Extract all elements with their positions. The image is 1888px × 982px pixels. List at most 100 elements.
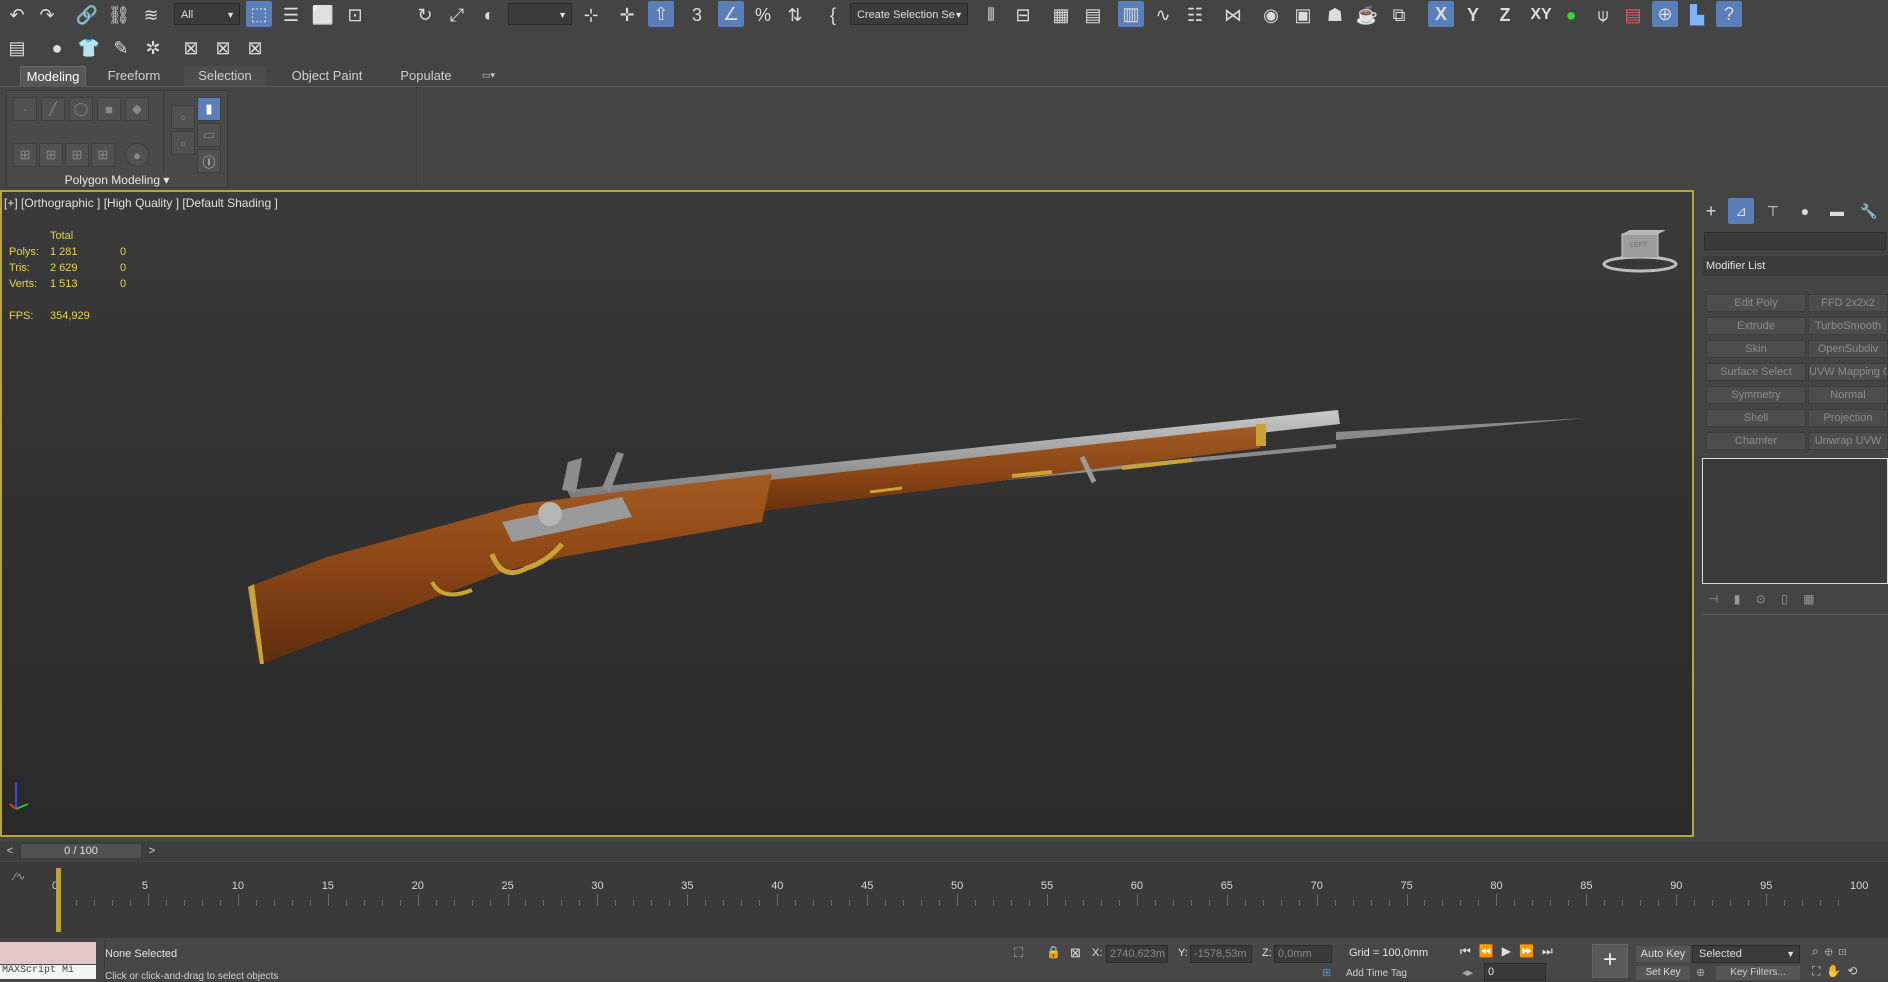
modifier-skin-button[interactable]: Skin bbox=[1706, 340, 1806, 358]
add-time-tag-icon[interactable]: ⊞ bbox=[1322, 966, 1331, 979]
auto-key-button[interactable]: Auto Key bbox=[1636, 946, 1690, 962]
display-tab-icon[interactable]: ▬ bbox=[1824, 198, 1850, 224]
reference-coordinate-dropdown[interactable]: ▼ bbox=[508, 3, 572, 25]
civil-view-icon[interactable]: ▙ bbox=[1684, 2, 1710, 28]
create-tab-icon[interactable]: + bbox=[1698, 198, 1724, 224]
z-coord-field[interactable]: 0,0mm bbox=[1274, 945, 1332, 963]
pin-stack-icon[interactable]: ▭ bbox=[197, 123, 221, 147]
modifier-stack[interactable] bbox=[1702, 458, 1888, 584]
edit-named-selection-icon[interactable]: { bbox=[820, 2, 846, 28]
status-green-icon[interactable]: ● bbox=[1558, 2, 1584, 28]
time-cursor[interactable] bbox=[56, 868, 61, 932]
brush-icon[interactable]: ✎ bbox=[108, 35, 134, 61]
axis-x-button[interactable]: X bbox=[1428, 1, 1454, 27]
track-bar[interactable]: ⁄∿ 0510152025303540455055606570758085909… bbox=[0, 862, 1888, 938]
key-filter-icon[interactable]: ⊕ bbox=[1696, 966, 1705, 979]
tab-object-paint[interactable]: Object Paint bbox=[280, 66, 374, 86]
selection-lock-icon[interactable]: 🔒 bbox=[1046, 945, 1061, 959]
preview-off-icon[interactable]: ▫ bbox=[171, 105, 195, 129]
maxscript-listener-area[interactable] bbox=[0, 942, 96, 964]
key-mode-toggle-icon[interactable]: ◂▸ bbox=[1462, 966, 1473, 979]
set-key-button[interactable]: Set Key bbox=[1636, 966, 1690, 980]
musket-model[interactable] bbox=[2, 192, 1692, 835]
link-icon[interactable]: 🔗 bbox=[74, 2, 100, 28]
show-end-result-icon[interactable]: ⊞ bbox=[65, 143, 89, 167]
modifier-edit-poly-button[interactable]: Edit Poly bbox=[1706, 294, 1806, 312]
axis-y-button[interactable]: Y bbox=[1460, 2, 1486, 28]
object-name-field[interactable] bbox=[1704, 232, 1886, 250]
render-setup-icon[interactable]: ▣ bbox=[1290, 2, 1316, 28]
time-slider-thumb[interactable]: 0 / 100 bbox=[20, 843, 142, 859]
key-mode-dropdown[interactable]: Selected ▼ bbox=[1692, 945, 1800, 963]
modify-tab-icon[interactable]: ⊿ bbox=[1728, 198, 1754, 224]
scene-explorer-icon[interactable]: ▦ bbox=[1048, 2, 1074, 28]
tab-populate[interactable]: Populate bbox=[388, 66, 464, 86]
bind-space-warp-icon[interactable]: ≋ bbox=[138, 2, 164, 28]
hierarchy-tab-icon[interactable]: ⊤ bbox=[1760, 198, 1786, 224]
sparkle-icon[interactable]: ✲ bbox=[140, 35, 166, 61]
collapse-stack-icon[interactable]: ⊞ bbox=[39, 143, 63, 167]
modify-mode-icon[interactable]: ⊞ bbox=[13, 143, 37, 167]
orbit-icon[interactable]: ⟲ bbox=[1847, 964, 1863, 978]
make-unique-icon[interactable]: ⊙ bbox=[1756, 592, 1772, 606]
absolute-mode-icon[interactable]: ⊠ bbox=[1070, 945, 1081, 961]
redo-icon[interactable]: ↷ bbox=[34, 2, 60, 28]
y-coord-field[interactable]: -1578,53m bbox=[1190, 945, 1252, 963]
selection-filter-dropdown[interactable]: All ▼ bbox=[174, 3, 240, 25]
field-of-view-icon[interactable]: ⛶ bbox=[1812, 964, 1826, 978]
element-subobject-icon[interactable]: ◆ bbox=[125, 97, 149, 121]
show-cage-icon[interactable]: Ⓘ bbox=[197, 149, 221, 173]
polygon-modeling-dropdown[interactable]: Polygon Modeling ▾ bbox=[7, 173, 227, 187]
project-folder-icon[interactable]: ▤ bbox=[4, 35, 30, 61]
shirt-icon[interactable]: 👕 bbox=[76, 35, 102, 61]
dope-sheet-icon[interactable]: ☷ bbox=[1182, 2, 1208, 28]
render-production-icon[interactable]: ☕ bbox=[1354, 2, 1380, 28]
unlink-icon[interactable]: ⛓ bbox=[106, 2, 132, 28]
modifier-surface-select-button[interactable]: Surface Select bbox=[1706, 363, 1806, 381]
mirror-icon[interactable]: ⫴ bbox=[978, 2, 1004, 28]
tab-freeform[interactable]: Freeform bbox=[98, 66, 170, 86]
configure-modifier-sets-icon[interactable]: ▦ bbox=[1803, 592, 1820, 606]
select-by-name-icon[interactable]: ☰ bbox=[278, 2, 304, 28]
container-edit-icon[interactable]: ⊠ bbox=[242, 35, 268, 61]
border-subobject-icon[interactable]: ◯ bbox=[69, 97, 93, 121]
edge-subobject-icon[interactable]: ╱ bbox=[41, 97, 65, 121]
keyboard-shortcut-override-icon[interactable]: ⇧ bbox=[648, 1, 674, 27]
modifier-chamfer-button[interactable]: Chamfer bbox=[1706, 432, 1806, 450]
remove-modifier-icon[interactable]: ▯ bbox=[1781, 592, 1794, 606]
vertex-subobject-icon[interactable]: · bbox=[13, 97, 37, 121]
zoom-all-icon[interactable]: ⊕ bbox=[1825, 944, 1839, 958]
target-icon[interactable]: ⊕ bbox=[1652, 1, 1678, 27]
time-prev-arrow[interactable]: < bbox=[2, 843, 18, 859]
tab-modeling[interactable]: Modeling bbox=[20, 66, 86, 87]
go-to-end-icon[interactable]: ⏭ bbox=[1542, 944, 1561, 958]
x-coord-field[interactable]: 2740,623m bbox=[1106, 945, 1168, 963]
container-close-icon[interactable]: ⊠ bbox=[210, 35, 236, 61]
key-filters-button[interactable]: Key Filters... bbox=[1716, 966, 1800, 980]
add-time-tag-button[interactable]: Add Time Tag bbox=[1346, 968, 1407, 979]
select-object-icon[interactable]: ⬚ bbox=[246, 1, 272, 27]
help-icon[interactable]: ? bbox=[1716, 1, 1742, 27]
previous-frame-icon[interactable]: ⏪ bbox=[1479, 944, 1502, 958]
select-and-place-icon[interactable]: ◐ bbox=[476, 2, 502, 28]
render-to-texture-icon[interactable]: ▤ bbox=[1620, 2, 1646, 28]
rotate-icon[interactable]: ↻ bbox=[412, 2, 438, 28]
preview-subobject-icon[interactable]: ▫ bbox=[171, 131, 195, 155]
modifier-extrude-button[interactable]: Extrude bbox=[1706, 317, 1806, 335]
tab-selection[interactable]: Selection bbox=[184, 66, 266, 86]
orthographic-viewport[interactable]: [+] [Orthographic ] [High Quality ] [Def… bbox=[0, 190, 1694, 837]
scale-icon[interactable]: ⤢ bbox=[444, 2, 470, 28]
modifier-normal-button[interactable]: Normal bbox=[1808, 386, 1888, 404]
maxscript-mini-field[interactable]: MAXScript Mi bbox=[0, 965, 96, 979]
isolate-selection-icon[interactable]: ⛶ bbox=[1014, 945, 1023, 961]
schematic-view-icon[interactable]: ⋈ bbox=[1220, 2, 1246, 28]
utilities-tab-icon[interactable]: 🔧 bbox=[1856, 198, 1882, 224]
modifier-unwrap-uvw-button[interactable]: Unwrap UVW bbox=[1808, 432, 1888, 450]
percent-snap-icon[interactable]: % bbox=[750, 2, 776, 28]
modifier-shell-button[interactable]: Shell bbox=[1706, 409, 1806, 427]
rendered-frame-window-icon[interactable]: ☗ bbox=[1322, 2, 1348, 28]
curve-editor-icon[interactable]: ∿ bbox=[1150, 2, 1176, 28]
set-keys-button[interactable]: + bbox=[1592, 944, 1628, 978]
align-icon[interactable]: ⊟ bbox=[1010, 2, 1036, 28]
polygon-subobject-icon[interactable]: ■ bbox=[97, 97, 121, 121]
